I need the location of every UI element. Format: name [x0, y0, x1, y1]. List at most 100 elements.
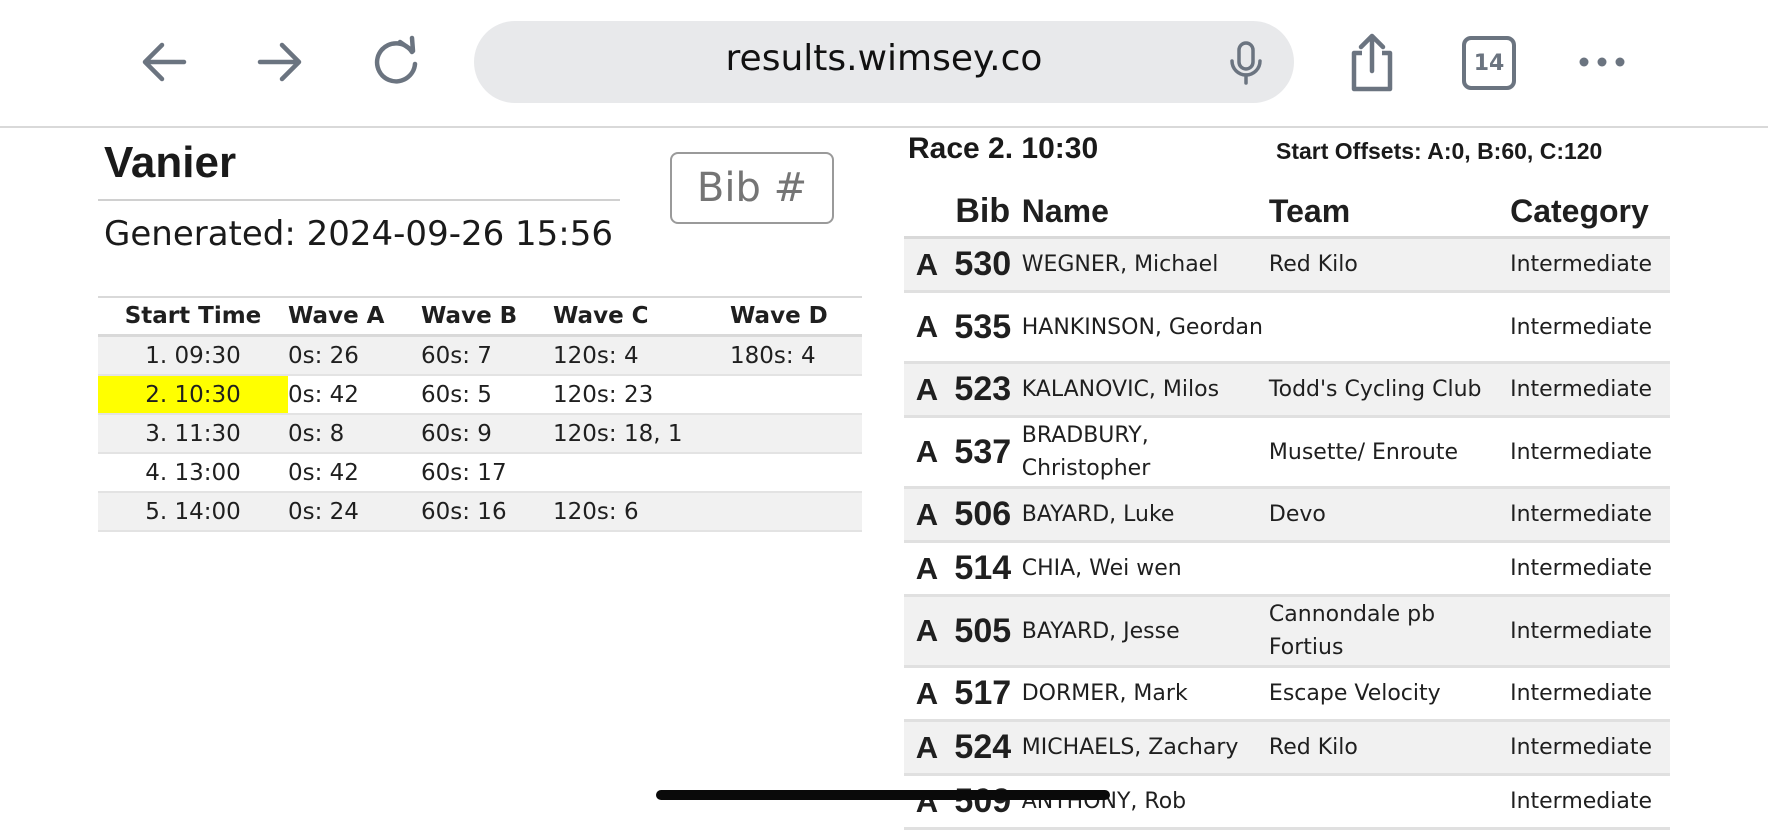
category-cell: Intermediate — [1510, 541, 1670, 597]
column-header: Team — [1268, 186, 1511, 239]
category-cell: Intermediate — [1510, 666, 1670, 722]
name-cell: ANTHONY, Rob — [1015, 774, 1269, 830]
name-cell: DORMER, Mark — [1015, 666, 1269, 722]
table-cell: 0s: 42 — [288, 453, 421, 493]
name-cell: BAYARD, Jesse — [1015, 595, 1269, 668]
wave-cell: A — [904, 774, 950, 830]
table-row: A 537 BRADBURY, Christopher Musette/ Enr… — [904, 416, 1670, 489]
name-cell: KALANOVIC, Milos — [1015, 362, 1269, 418]
table-row: A 509 ANTHONY, Rob Intermediate — [904, 774, 1670, 830]
column-header: Category — [1510, 186, 1670, 239]
table-cell: 0s: 42 — [288, 375, 421, 415]
name-cell: BRADBURY, Christopher — [1015, 416, 1269, 489]
bib-cell: 535 — [949, 291, 1016, 364]
bib-cell: 537 — [949, 416, 1016, 489]
table-cell: 180s: 4 — [730, 335, 862, 376]
divider — [98, 126, 862, 128]
column-header: Wave B — [421, 296, 553, 337]
column-header: Wave C — [553, 296, 730, 337]
start-time-cell[interactable]: 5. 14:00 — [98, 492, 288, 532]
column-header: Name — [1015, 186, 1269, 239]
name-cell: HANKINSON, Geordan — [1015, 291, 1269, 364]
table-row[interactable]: 4. 13:00 0s: 42 60s: 17 — [98, 453, 862, 493]
table-header-row: Bib Name Team Category — [904, 186, 1670, 239]
category-cell: Intermediate — [1510, 362, 1670, 418]
team-cell: Red Kilo — [1268, 237, 1511, 293]
wave-cell: A — [904, 720, 950, 776]
table-cell: 60s: 17 — [421, 453, 553, 493]
table-cell: 0s: 24 — [288, 492, 421, 532]
more-button[interactable] — [1572, 32, 1632, 92]
wave-column-header — [904, 186, 950, 239]
browser-toolbar: results.wimsey.co 14 — [0, 0, 1768, 128]
bib-cell: 530 — [949, 237, 1016, 293]
divider — [98, 199, 620, 201]
wave-cell: A — [904, 237, 950, 293]
table-cell: 0s: 26 — [288, 335, 421, 376]
table-row[interactable]: 5. 14:00 0s: 24 60s: 16 120s: 6 — [98, 492, 862, 532]
race-title: Race 2. 10:30 — [908, 132, 1099, 165]
table-row: A 530 WEGNER, Michael Red Kilo Intermedi… — [904, 237, 1670, 293]
forward-button[interactable] — [250, 32, 310, 92]
wave-cell: A — [904, 487, 950, 543]
bib-cell: 506 — [949, 487, 1016, 543]
wave-schedule-table: Start Time Wave A Wave B Wave C Wave D 1… — [98, 296, 862, 532]
wave-cell: A — [904, 595, 950, 668]
table-row: A 506 BAYARD, Luke Devo Intermediate — [904, 487, 1670, 543]
rider-table: Bib Name Team Category A 530 WEGNER, Mic… — [904, 186, 1670, 830]
tabs-icon[interactable]: 14 — [1462, 36, 1516, 90]
table-cell — [730, 492, 862, 532]
table-cell — [730, 375, 862, 415]
table-cell: 120s: 18, 1 — [553, 414, 730, 454]
team-cell: Red Kilo — [1268, 720, 1511, 776]
home-indicator[interactable] — [656, 790, 1110, 800]
column-header: Bib — [949, 186, 1016, 239]
address-bar[interactable]: results.wimsey.co — [474, 21, 1294, 103]
microphone-icon[interactable] — [1224, 39, 1268, 87]
name-cell: WEGNER, Michael — [1015, 237, 1269, 293]
generated-timestamp: Generated: 2024-09-26 15:56 — [104, 214, 614, 254]
column-header: Wave D — [730, 296, 862, 337]
table-cell — [730, 414, 862, 454]
table-row: A 517 DORMER, Mark Escape Velocity Inter… — [904, 666, 1670, 722]
table-cell: 60s: 9 — [421, 414, 553, 454]
table-row-selected[interactable]: 2. 10:30 0s: 42 60s: 5 120s: 23 — [98, 375, 862, 415]
back-button[interactable] — [134, 32, 194, 92]
wave-cell: A — [904, 541, 950, 597]
table-cell — [553, 453, 730, 493]
name-cell: CHIA, Wei wen — [1015, 541, 1269, 597]
reload-button[interactable] — [366, 32, 426, 92]
bib-search-input[interactable] — [670, 152, 834, 224]
bib-cell: 517 — [949, 666, 1016, 722]
table-row[interactable]: 1. 09:30 0s: 26 60s: 7 120s: 4 180s: 4 — [98, 335, 862, 376]
category-cell: Intermediate — [1510, 237, 1670, 293]
column-header: Start Time — [98, 296, 288, 337]
start-offsets: Start Offsets: A:0, B:60, C:120 — [1276, 138, 1603, 164]
url-text[interactable]: results.wimsey.co — [474, 38, 1294, 79]
category-cell: Intermediate — [1510, 720, 1670, 776]
start-time-cell[interactable]: 3. 11:30 — [98, 414, 288, 454]
table-cell: 60s: 5 — [421, 375, 553, 415]
forward-arrow-icon — [257, 42, 302, 82]
table-row[interactable]: 3. 11:30 0s: 8 60s: 9 120s: 18, 1 — [98, 414, 862, 454]
share-button[interactable] — [1342, 30, 1402, 96]
team-cell — [1268, 541, 1511, 597]
team-cell — [1268, 291, 1511, 364]
table-cell — [730, 453, 862, 493]
wave-cell: A — [904, 362, 950, 418]
start-time-cell[interactable]: 2. 10:30 — [98, 375, 288, 415]
category-cell: Intermediate — [1510, 416, 1670, 489]
bib-cell: 505 — [949, 595, 1016, 668]
table-row: A 523 KALANOVIC, Milos Todd's Cycling Cl… — [904, 362, 1670, 418]
back-arrow-icon — [142, 42, 187, 82]
table-header-row: Start Time Wave A Wave B Wave C Wave D — [98, 296, 862, 337]
bib-cell: 523 — [949, 362, 1016, 418]
tab-count: 14 — [1473, 50, 1505, 76]
bib-cell: 524 — [949, 720, 1016, 776]
bib-cell: 514 — [949, 541, 1016, 597]
name-cell: MICHAELS, Zachary — [1015, 720, 1269, 776]
name-cell: BAYARD, Luke — [1015, 487, 1269, 543]
team-cell: Escape Velocity — [1268, 666, 1511, 722]
start-time-cell[interactable]: 1. 09:30 — [98, 335, 288, 376]
start-time-cell[interactable]: 4. 13:00 — [98, 453, 288, 493]
